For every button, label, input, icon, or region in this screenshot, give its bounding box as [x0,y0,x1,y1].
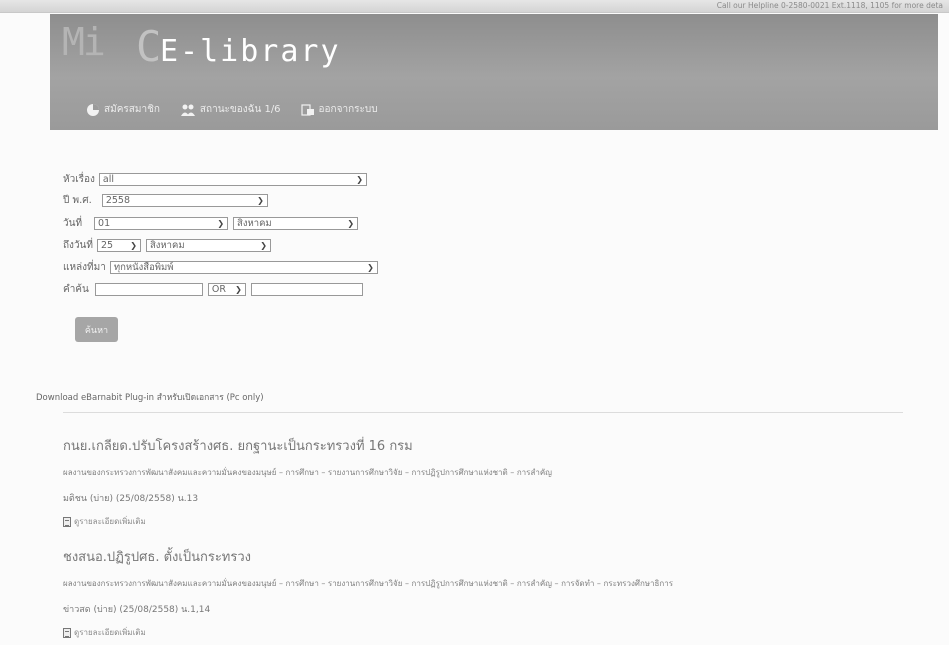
row-topic: หัวเรื่อง all ❯ [63,171,372,187]
nav-register[interactable]: สมัครสมาชิก [86,102,160,117]
start-day-value: 01 [98,217,111,229]
chevron-down-icon: ❯ [260,240,267,250]
topic-label: หัวเรื่อง [63,173,95,185]
result-detail-link[interactable]: ดูรายละเอียดเพิ่มเติม [63,515,552,528]
helpline-text: Call our Helpline 0-2580-0021 Ext.1118, … [716,1,943,10]
source-label: แหล่งที่มา [63,261,106,273]
logout-icon [300,103,314,116]
nav-logout-label: ออกจากระบบ [318,104,378,115]
chevron-down-icon: ❯ [217,218,225,228]
users-icon [180,104,195,116]
source-value: ทุกหนังสือพิมพ์ [113,261,174,273]
keyword-operator-select[interactable]: OR ❯ [207,282,246,296]
topic-select[interactable]: all ❯ [98,172,367,186]
result-item: ชงสนอ.ปฏิรูปศธ. ตั้งเป็นกระทรวง ผลงานของ… [63,546,673,639]
end-day-value: 25 [100,239,114,251]
year-value: 2558 [105,194,131,206]
result-title[interactable]: ชงสนอ.ปฏิรูปศธ. ตั้งเป็นกระทรวง [63,546,673,567]
start-date-label: วันที่ [63,217,83,229]
result-source: ข่าวสด (บ่าย) (25/08/2558) น.1,14 [63,605,211,615]
header-nav: สมัครสมาชิก สถานะของฉัน 1/6 ออกจากระบบ [86,102,398,117]
document-icon [63,516,71,527]
row-year: ปี พ.ศ. 2558 ❯ [63,192,273,208]
chevron-down-icon: ❯ [235,284,242,294]
logo-mi: Mi [62,20,106,64]
document-icon [63,627,71,638]
nav-register-label: สมัครสมาชิก [104,104,160,115]
top-bar: Call our Helpline 0-2580-0021 Ext.1118, … [0,0,949,13]
nav-my-status[interactable]: สถานะของฉัน 1/6 [180,102,281,117]
divider [63,412,903,413]
result-categories: ผลงานของกระทรวงการพัฒนาสังคมและความมั่นค… [63,468,552,477]
download-plugin-link[interactable]: Download eBarnabit Plug-in สำหรับเปิดเอก… [36,390,264,404]
keyword-input-2[interactable] [250,282,363,296]
row-end-date: ถึงวันที่ 25 ❯ สิงหาคม ❯ [63,237,276,253]
result-item: กนย.เกลียด.ปรับโครงสร้างศธ. ยกฐานะเป็นกร… [63,435,552,528]
chevron-down-icon: ❯ [347,218,355,228]
keyword-label: คำค้น [63,283,89,295]
result-categories: ผลงานของกระทรวงการพัฒนาสังคมและความมั่นค… [63,579,674,588]
start-month-value: สิงหาคม [237,217,272,229]
year-select[interactable]: 2558 ❯ [101,193,268,207]
row-source: แหล่งที่มา ทุกหนังสือพิมพ์ ❯ [63,259,383,275]
source-select[interactable]: ทุกหนังสือพิมพ์ ❯ [109,260,378,274]
start-month-select[interactable]: สิงหาคม ❯ [233,216,359,230]
nav-my-status-label: สถานะของฉัน 1/6 [199,104,281,115]
row-keyword: คำค้น OR ❯ [63,281,368,297]
logo-c: C [136,22,161,71]
chevron-down-icon: ❯ [130,240,137,250]
end-date-label: ถึงวันที่ [63,239,93,251]
end-day-select[interactable]: 25 ❯ [96,238,141,252]
row-start-date: วันที่ 01 ❯ สิงหาคม ❯ [63,215,363,231]
chevron-down-icon: ❯ [356,174,363,184]
result-detail-label: ดูรายละเอียดเพิ่มเติม [74,517,146,526]
year-label: ปี พ.ศ. [63,194,92,206]
keyword-input-1[interactable] [94,282,203,296]
header-banner: Mi C E-library สมัครสมาชิก สถานะของฉัน 1… [50,14,938,130]
chevron-down-icon: ❯ [367,262,374,272]
logo: Mi C [62,20,161,71]
search-button[interactable]: ค้นหา [75,317,118,342]
page-title: E-library [160,34,341,69]
topic-value: all [102,173,114,185]
chevron-down-icon: ❯ [257,195,264,205]
result-detail-link[interactable]: ดูรายละเอียดเพิ่มเติม [63,626,673,639]
keyword-operator-value: OR [211,283,226,295]
result-detail-label: ดูรายละเอียดเพิ่มเติม [74,628,146,637]
pie-chart-icon [87,103,99,116]
nav-logout[interactable]: ออกจากระบบ [300,102,378,117]
result-title[interactable]: กนย.เกลียด.ปรับโครงสร้างศธ. ยกฐานะเป็นกร… [63,435,552,456]
end-month-value: สิงหาคม [149,239,185,251]
start-day-select[interactable]: 01 ❯ [94,216,229,230]
result-source: มติชน (บ่าย) (25/08/2558) น.13 [63,494,199,504]
end-month-select[interactable]: สิงหาคม ❯ [145,238,271,252]
